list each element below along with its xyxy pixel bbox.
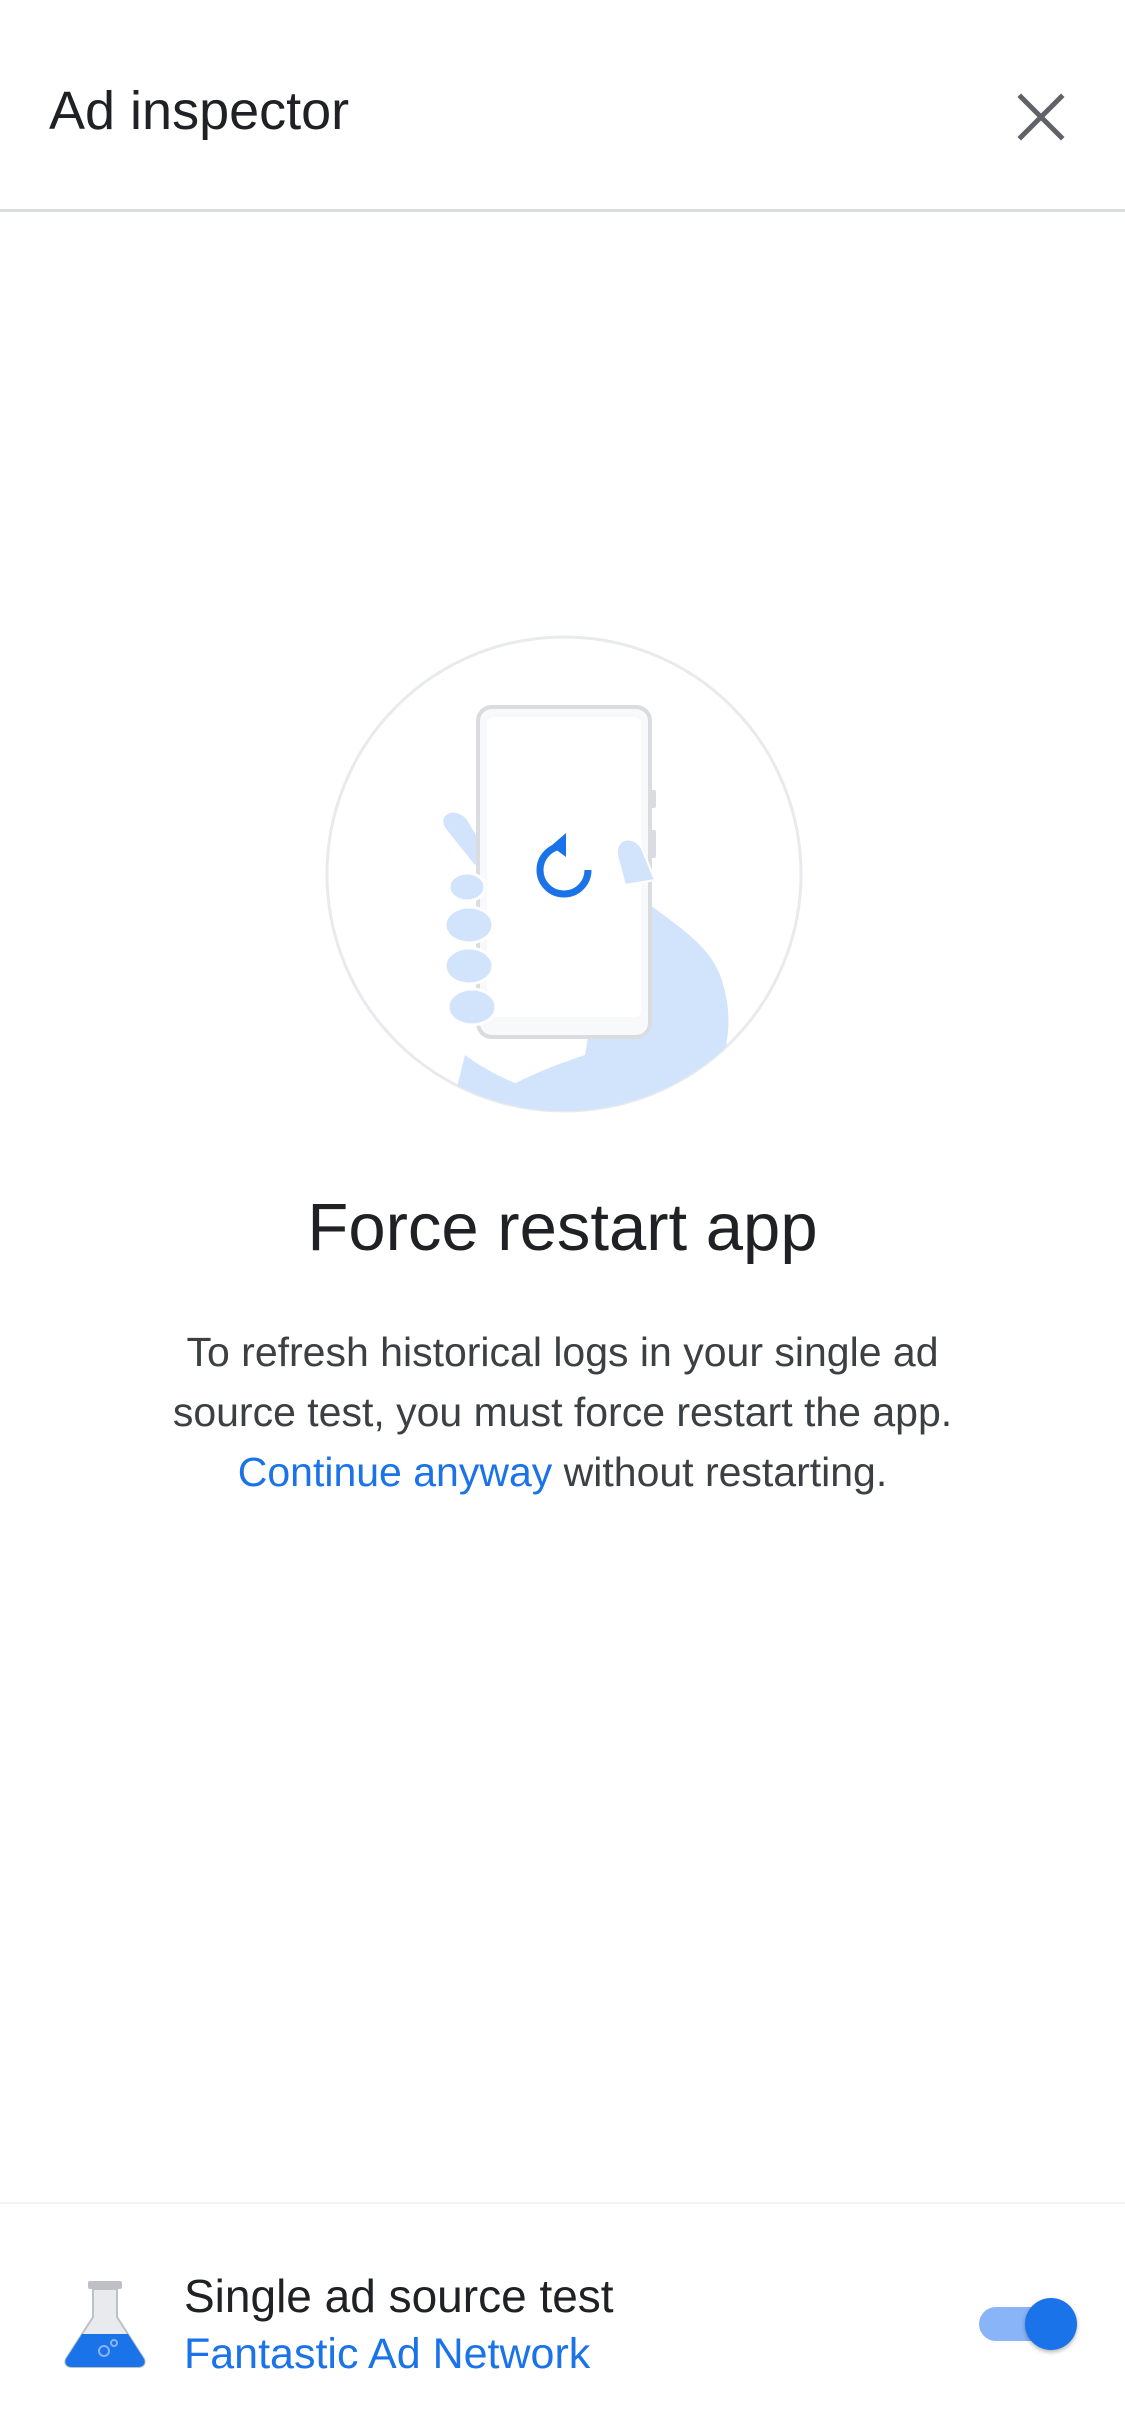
ad-network-link[interactable]: Fantastic Ad Network: [184, 2326, 590, 2382]
page-title: Force restart app: [307, 1190, 818, 1265]
single-ad-source-test-toggle[interactable]: [975, 2293, 1080, 2355]
continue-anyway-link[interactable]: Continue anyway: [238, 1449, 553, 1495]
hand-holding-phone-restart-icon: [325, 635, 803, 1113]
description-line: source test, you must force restart the …: [172, 1389, 953, 1435]
flask-icon: [60, 2279, 150, 2369]
close-button[interactable]: [1000, 76, 1082, 158]
description: To refresh historical logs in your singl…: [100, 1322, 1025, 1502]
bottom-bar: Single ad source test Fantastic Ad Netwo…: [0, 2202, 1125, 2436]
description-text: without restarting.: [552, 1449, 888, 1495]
app-bar: Ad inspector: [0, 0, 1125, 212]
app-title: Ad inspector: [49, 81, 350, 141]
single-ad-source-test-label: Single ad source test: [184, 2270, 614, 2322]
toggle-thumb: [1025, 2298, 1077, 2350]
description-line: To refresh historical logs in your singl…: [186, 1329, 939, 1375]
close-icon: [1017, 93, 1065, 141]
description-line-with-link: Continue anyway without restarting.: [100, 1442, 1025, 1502]
